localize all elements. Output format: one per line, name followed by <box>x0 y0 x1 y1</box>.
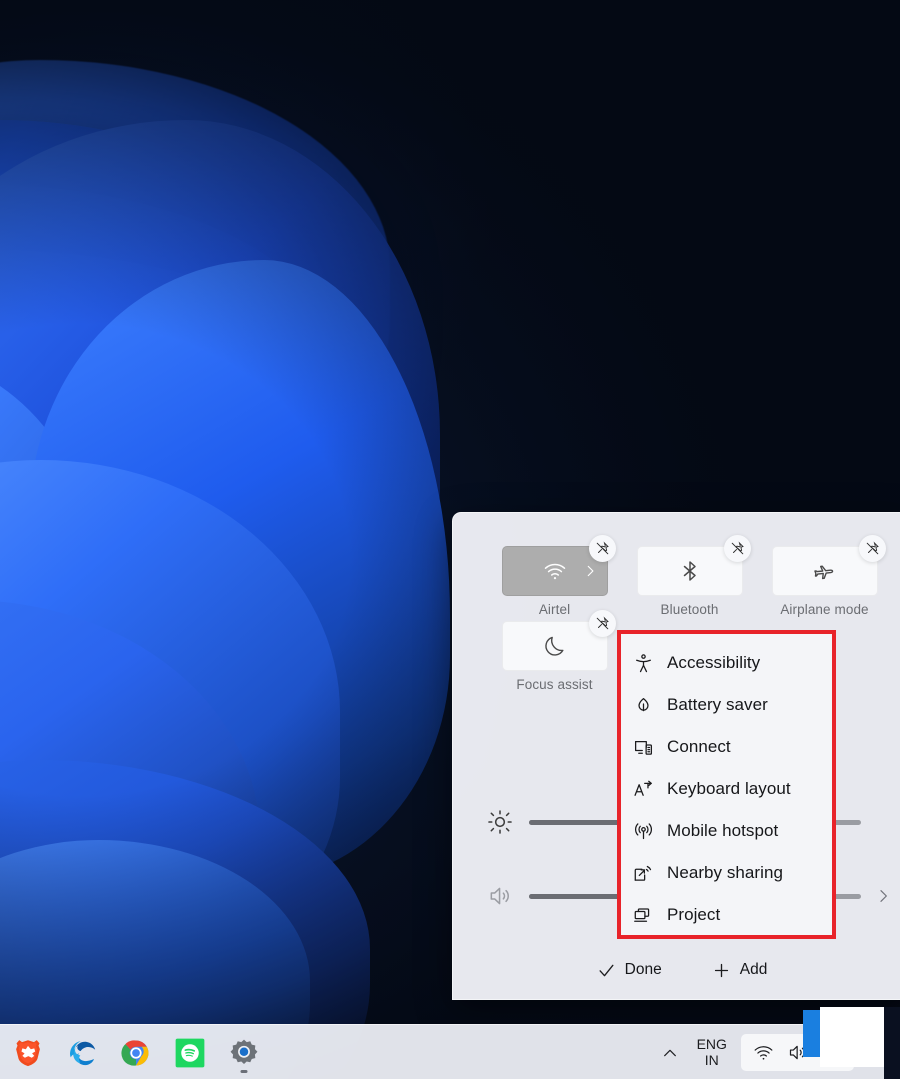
keyboard-layout-icon <box>634 780 652 796</box>
chevron-right-icon[interactable] <box>583 564 597 578</box>
taskbar-app-google-chrome[interactable] <box>114 1031 158 1075</box>
chevron-right-icon[interactable] <box>875 888 891 904</box>
project-icon <box>634 907 650 922</box>
add-menu-highlight-box: Accessibility Battery saver Connect Keyb… <box>617 630 836 939</box>
quick-setting-cell-wifi: Airtel <box>487 535 622 617</box>
plus-icon <box>714 963 728 977</box>
menu-item-label: Connect <box>667 737 731 756</box>
quick-setting-label-airplane-mode: Airplane mode <box>780 602 869 617</box>
quick-setting-label-focus-assist: Focus assist <box>516 677 593 692</box>
taskbar-app-list <box>0 1025 266 1079</box>
clock-highlight-sliver <box>803 1010 820 1057</box>
volume-icon <box>490 887 509 905</box>
unpin-icon[interactable] <box>589 535 616 562</box>
taskbar-app-settings[interactable] <box>222 1031 266 1075</box>
menu-item-label: Accessibility <box>667 653 761 672</box>
chevron-up-icon <box>663 1049 676 1056</box>
quick-setting-label-bluetooth: Bluetooth <box>660 602 719 617</box>
taskbar-app-brave-browser[interactable] <box>6 1031 50 1075</box>
gear-icon <box>230 1039 258 1064</box>
edge-icon <box>70 1040 96 1065</box>
menu-item-label: Battery saver <box>667 695 768 714</box>
menu-item-label: Nearby sharing <box>667 863 783 882</box>
taskbar: ENG IN <box>0 1024 900 1079</box>
wifi-icon <box>544 563 565 580</box>
tray-language-line1: ENG <box>696 1035 727 1052</box>
wifi-icon <box>754 1046 773 1060</box>
brightness-icon <box>488 810 512 834</box>
moon-icon <box>544 636 563 656</box>
menu-item-label: Mobile hotspot <box>667 821 779 840</box>
mobile-hotspot-icon <box>634 822 653 839</box>
tray-language-line2: IN <box>704 1051 719 1068</box>
add-button-label: Add <box>739 961 768 978</box>
menu-item-label: Keyboard layout <box>667 779 791 798</box>
quick-setting-cell-bluetooth: Bluetooth <box>622 535 757 617</box>
bluetooth-icon <box>683 561 696 581</box>
tray-language-indicator[interactable]: ENG IN <box>687 1035 737 1069</box>
nearby-sharing-icon <box>634 865 652 881</box>
accessibility-icon <box>636 653 651 672</box>
menu-item-label: Project <box>667 905 721 924</box>
chrome-icon <box>121 1039 149 1066</box>
connect-icon <box>634 740 653 755</box>
menu-item-accessibility[interactable]: Accessibility <box>621 642 832 684</box>
add-quick-setting-menu: Accessibility Battery saver Connect Keyb… <box>621 634 832 935</box>
done-button-label: Done <box>624 961 662 978</box>
desktop-screen: Airtel Bluetooth Airplane mode Focus ass… <box>0 0 900 1079</box>
menu-item-connect[interactable]: Connect <box>621 726 832 768</box>
menu-item-keyboard-layout[interactable]: Keyboard layout <box>621 768 832 810</box>
add-button[interactable]: Add <box>702 955 778 986</box>
menu-item-battery-saver[interactable]: Battery saver <box>621 684 832 726</box>
unpin-icon[interactable] <box>859 535 886 562</box>
taskbar-app-microsoft-edge[interactable] <box>60 1031 104 1075</box>
unpin-icon[interactable] <box>724 535 751 562</box>
done-button[interactable]: Done <box>587 955 672 986</box>
spotify-icon <box>175 1038 205 1067</box>
quick-setting-cell-airplane-mode: Airplane mode <box>757 535 892 617</box>
menu-item-mobile-hotspot[interactable]: Mobile hotspot <box>621 810 832 852</box>
taskbar-app-spotify[interactable] <box>168 1031 212 1075</box>
menu-item-project[interactable]: Project <box>621 894 832 935</box>
tray-overflow-button[interactable] <box>653 1036 687 1070</box>
quick-setting-cell-focus-assist: Focus assist <box>487 610 622 692</box>
battery-saver-icon <box>638 697 649 711</box>
screen-right-edge-sliver <box>884 1007 900 1079</box>
unpin-icon[interactable] <box>589 610 616 637</box>
taskbar-running-indicator <box>240 1069 248 1073</box>
brave-icon <box>16 1039 40 1066</box>
check-icon <box>599 964 614 976</box>
airplane-icon <box>813 565 833 580</box>
quick-settings-footer: Done Add <box>453 941 900 999</box>
menu-item-nearby-sharing[interactable]: Nearby sharing <box>621 852 832 894</box>
